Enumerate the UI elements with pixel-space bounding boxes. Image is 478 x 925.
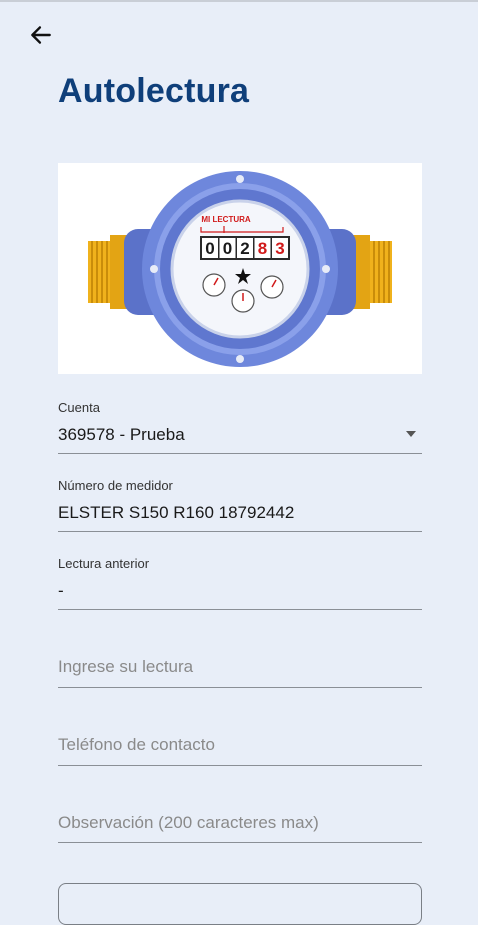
meter-digit: 8: [258, 239, 267, 258]
meter-number-label: Número de medidor: [58, 478, 173, 493]
meter-illustration: MI LECTURA 00283: [58, 163, 422, 374]
dial-left: [202, 273, 226, 297]
status-divider: [0, 0, 478, 2]
meter-number-value: ELSTER S150 R160 18792442: [58, 503, 295, 522]
meter-digit: 3: [275, 239, 284, 258]
dropdown-arrow-icon[interactable]: [406, 431, 416, 437]
reading-label: MI LECTURA: [201, 215, 251, 224]
photo-upload-button[interactable]: [58, 883, 422, 925]
observation-placeholder: Observación (200 caracteres max): [58, 813, 319, 832]
previous-reading-value: -: [58, 581, 64, 600]
dial-right: [260, 275, 284, 299]
right-pipe: [350, 235, 392, 309]
phone-input[interactable]: Teléfono de contacto: [58, 718, 422, 766]
meter-digit: 0: [223, 239, 232, 258]
observation-input[interactable]: Observación (200 caracteres max): [58, 796, 422, 843]
reading-placeholder: Ingrese su lectura: [58, 657, 194, 676]
left-pipe: [88, 235, 130, 309]
reading-input[interactable]: Ingrese su lectura: [58, 640, 422, 688]
account-label: Cuenta: [58, 400, 100, 415]
meter-number-field[interactable]: Número de medidor ELSTER S150 R160 18792…: [58, 474, 422, 532]
meter-digit: 2: [240, 239, 249, 258]
account-select[interactable]: Cuenta 369578 - Prueba: [58, 396, 422, 454]
back-button[interactable]: [26, 20, 56, 50]
page-title: Autolectura: [58, 72, 250, 110]
water-meter-image: MI LECTURA 00283: [88, 171, 392, 367]
dial-center: [231, 289, 255, 313]
meter-digit: 0: [205, 239, 214, 258]
account-value: 369578 - Prueba: [58, 425, 185, 444]
phone-placeholder: Teléfono de contacto: [58, 735, 215, 754]
previous-reading-label: Lectura anterior: [58, 556, 150, 571]
previous-reading-field: Lectura anterior -: [58, 552, 422, 610]
arrow-left-icon: [31, 26, 51, 44]
